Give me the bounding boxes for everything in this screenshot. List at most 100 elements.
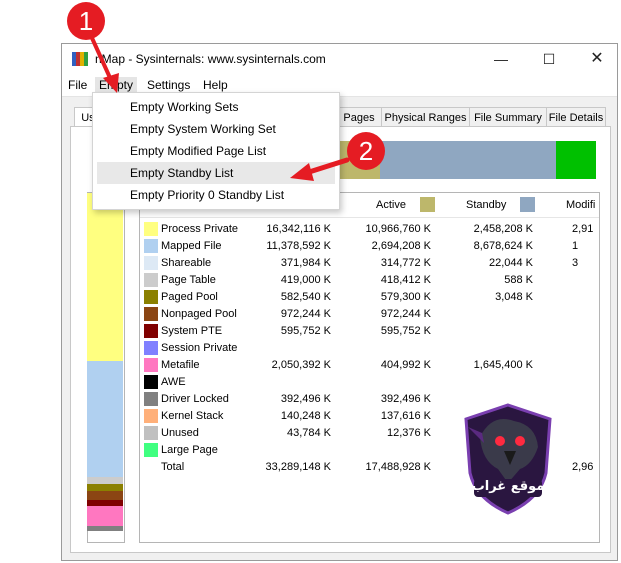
table-row[interactable]: Mapped File 11,378,592 K 2,694,208 K 8,678,… <box>140 238 599 255</box>
tab-file-summary[interactable]: File Summary <box>469 107 547 127</box>
maximize-icon[interactable]: ☐ <box>532 46 566 72</box>
row-active: 10,966,760 K <box>365 223 431 235</box>
use-bar-nonpaged-pool <box>87 491 123 500</box>
row-total: 419,000 K <box>280 274 331 286</box>
watermark-text: موقع غراب <box>471 479 545 494</box>
tab-physical-ranges[interactable]: Physical Ranges <box>381 107 470 127</box>
row-label: System PTE <box>161 325 223 337</box>
row-standby: 8,678,624 K <box>473 240 533 252</box>
column-header-modified[interactable]: Modifi <box>566 199 595 211</box>
row-modified: 1 <box>572 240 579 252</box>
row-total: 43,784 K <box>286 427 331 439</box>
row-color-swatch <box>144 341 158 355</box>
use-bar-page-table <box>87 477 123 484</box>
row-active: 595,752 K <box>380 325 431 337</box>
row-color-swatch <box>144 426 158 440</box>
row-total: 11,378,592 K <box>266 240 331 252</box>
table-row[interactable]: Nonpaged Pool 972,244 K 972,244 K <box>140 306 599 323</box>
step-2-badge: 2 <box>347 132 385 170</box>
table-row[interactable]: System PTE 595,752 K 595,752 K <box>140 323 599 340</box>
close-icon[interactable]: ✕ <box>580 46 614 72</box>
row-active: 314,772 K <box>380 257 431 269</box>
table-row[interactable]: Process Private 16,342,116 K 10,966,760 K 2… <box>140 221 599 238</box>
menu-file[interactable]: File <box>64 77 91 94</box>
row-color-swatch <box>144 392 158 406</box>
empty-menu-dropdown: Empty Working Sets Empty System Working … <box>92 92 340 210</box>
menu-empty-modified-page-list[interactable]: Empty Modified Page List <box>97 140 335 162</box>
table-row[interactable]: Session Private <box>140 340 599 357</box>
row-label: Process Private <box>161 223 239 235</box>
row-label: Large Page <box>161 444 218 456</box>
row-total: 371,984 K <box>280 257 331 269</box>
active-color-swatch <box>420 197 435 212</box>
row-total: 140,248 K <box>280 410 331 422</box>
row-active: 579,300 K <box>380 291 431 303</box>
row-standby: 1,645,400 K <box>473 359 533 371</box>
row-label: AWE <box>161 376 186 388</box>
row-total: 972,244 K <box>280 308 331 320</box>
row-total: 582,540 K <box>280 291 331 303</box>
standby-color-swatch <box>520 197 535 212</box>
row-active: 12,376 K <box>386 427 431 439</box>
row-color-swatch <box>144 358 158 372</box>
row-standby: 588 K <box>504 274 533 286</box>
window-title: nMap - Sysinternals: www.sysinternals.co… <box>95 52 326 66</box>
crow-logo-watermark: موقع غراب <box>462 403 554 515</box>
row-color-swatch <box>144 239 158 253</box>
row-label: Total <box>161 461 185 473</box>
row-color-swatch <box>144 324 158 338</box>
row-active: 2,694,208 K <box>371 240 431 252</box>
row-modified: 2,96 <box>572 461 594 473</box>
step-1-badge: 1 <box>67 2 105 40</box>
row-color-swatch <box>144 273 158 287</box>
row-active: 392,496 K <box>380 393 431 405</box>
title-bar[interactable]: nMap - Sysinternals: www.sysinternals.co… <box>62 44 617 74</box>
table-row[interactable]: Shareable 371,984 K 314,772 K 22,044 K 3 <box>140 255 599 272</box>
row-modified: 2,91 <box>572 223 594 235</box>
standby-bar-segment <box>380 141 556 179</box>
menu-empty-working-sets[interactable]: Empty Working Sets <box>97 96 335 118</box>
row-active: 404,992 K <box>380 359 431 371</box>
row-active: 418,412 K <box>380 274 431 286</box>
row-active: 972,244 K <box>380 308 431 320</box>
column-header-standby[interactable]: Standby <box>466 199 506 211</box>
minimize-icon[interactable]: — <box>484 46 518 72</box>
table-row[interactable]: Page Table 419,000 K 418,412 K 588 K <box>140 272 599 289</box>
tab-pages[interactable]: Pages <box>336 107 382 127</box>
row-standby: 2,458,208 K <box>473 223 533 235</box>
use-bar-driver-locked <box>87 526 123 531</box>
row-label: Paged Pool <box>161 291 218 303</box>
row-color-swatch <box>144 443 158 457</box>
table-row[interactable]: Paged Pool 582,540 K 579,300 K 3,048 K <box>140 289 599 306</box>
menu-empty-system-working-set[interactable]: Empty System Working Set <box>97 118 335 140</box>
row-label: Unused <box>161 427 199 439</box>
row-color-swatch <box>144 222 158 236</box>
row-color-swatch <box>144 409 158 423</box>
table-row[interactable]: Metafile 2,050,392 K 404,992 K 1,645,400 K <box>140 357 599 374</box>
row-total: 16,342,116 K <box>266 223 331 235</box>
menu-empty-standby-list[interactable]: Empty Standby List <box>97 162 335 184</box>
row-label: Metafile <box>161 359 200 371</box>
row-total: 33,289,148 K <box>265 461 331 473</box>
tab-file-details[interactable]: File Details <box>546 107 606 127</box>
use-bar-paged-pool <box>87 484 123 491</box>
table-row[interactable]: AWE <box>140 374 599 391</box>
row-standby: 22,044 K <box>488 257 533 269</box>
row-label: Shareable <box>161 257 212 269</box>
row-total: 595,752 K <box>280 325 331 337</box>
app-icon <box>72 52 88 66</box>
row-color-swatch <box>144 290 158 304</box>
row-label: Mapped File <box>161 240 222 252</box>
row-color-swatch <box>144 307 158 321</box>
column-header-active[interactable]: Active <box>376 199 406 211</box>
row-label: Session Private <box>161 342 238 354</box>
header-divider <box>140 217 599 218</box>
menu-empty-priority-0-standby-list[interactable]: Empty Priority 0 Standby List <box>97 184 335 206</box>
row-active: 137,616 K <box>380 410 431 422</box>
use-bar-metafile <box>87 506 123 526</box>
row-label: Nonpaged Pool <box>161 308 237 320</box>
row-total: 392,496 K <box>280 393 331 405</box>
use-bar-mapped-file <box>87 361 123 477</box>
row-standby: 3,048 K <box>495 291 533 303</box>
free-bar-segment <box>556 141 596 179</box>
